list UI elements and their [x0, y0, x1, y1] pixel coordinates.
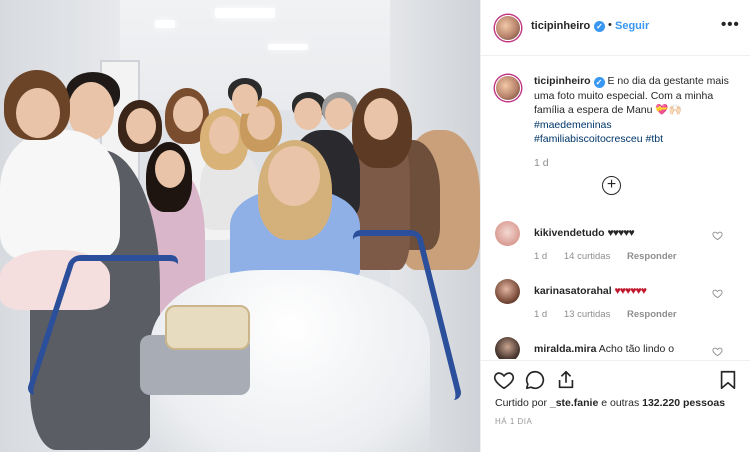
hashtag-link[interactable]: #tbt — [645, 133, 663, 145]
commenter-avatar[interactable] — [495, 221, 520, 246]
heart-icon[interactable] — [712, 288, 723, 299]
comment-icon[interactable] — [524, 369, 546, 391]
person-head — [294, 98, 322, 130]
heart-icon[interactable] — [712, 346, 723, 357]
comment-body: ♥♥♥♥♥ — [607, 227, 635, 239]
comment-item: miralda.mira Acho tão lindo o — [481, 337, 750, 359]
comment-item: kikivendetudo ♥♥♥♥♥ 1 d 14 curtidas Resp… — [481, 221, 750, 277]
person-head — [16, 88, 60, 138]
heart-icon[interactable] — [712, 230, 723, 241]
comment-timestamp[interactable]: 1 d — [534, 251, 547, 262]
caption-text-block: ticipinheiro ✓ E no dia da gestante mais… — [534, 74, 739, 147]
comment-like-count[interactable]: 13 curtidas — [564, 309, 610, 320]
plus-circle-icon[interactable]: + — [602, 176, 621, 195]
person-head — [173, 96, 203, 132]
reply-button[interactable]: Responder — [627, 251, 677, 262]
caption-timestamp[interactable]: 1 d — [534, 157, 549, 169]
liked-by-unit[interactable]: pessoas — [683, 397, 725, 409]
baby-basket — [165, 305, 250, 350]
hashtag-link[interactable]: #maedemeninas — [534, 119, 612, 131]
commenter-avatar[interactable] — [495, 279, 520, 304]
commenter-username[interactable]: kikivendetudo — [534, 227, 605, 239]
comment-timestamp[interactable]: 1 d — [534, 309, 547, 320]
commenter-username[interactable]: miralda.mira — [534, 343, 596, 355]
caption-avatar[interactable] — [495, 75, 521, 101]
person-head — [232, 84, 258, 114]
bookmark-icon[interactable] — [717, 369, 739, 391]
caption-username[interactable]: ticipinheiro — [534, 75, 591, 87]
commenter-username[interactable]: karinasatorahal — [534, 285, 612, 297]
photo-ceiling-light — [155, 20, 175, 28]
hashtag-link[interactable]: #familiabiscoitocresceu — [534, 133, 643, 145]
liked-by-count[interactable]: 132.220 — [642, 397, 680, 409]
author-avatar[interactable] — [495, 15, 521, 41]
verified-badge-icon: ✓ — [593, 77, 605, 88]
heart-icon[interactable] — [493, 369, 515, 391]
person-head — [126, 108, 156, 144]
comment-meta: 1 d 14 curtidas Responder — [534, 251, 691, 262]
verified-badge-icon: ✓ — [594, 21, 605, 32]
liked-by-suffix: e outras — [601, 397, 640, 409]
post-time-ago[interactable]: HÁ 1 DIA — [495, 417, 532, 426]
photo-ceiling-light — [215, 8, 275, 18]
comments-section[interactable]: ticipinheiro ✓ E no dia da gestante mais… — [481, 57, 750, 359]
post-photo[interactable] — [0, 0, 480, 452]
post-actions: Curtido por _ste.fanie e outras 132.220 … — [481, 360, 750, 452]
person-figure — [0, 130, 120, 260]
comment-body: Acho tão lindo o — [598, 343, 675, 355]
comment-meta: 1 d 13 curtidas Responder — [534, 309, 691, 320]
author-username[interactable]: ticipinheiro — [531, 20, 590, 32]
post-sidebar: ticipinheiro ✓ • Seguir ••• ticipinheiro… — [480, 0, 750, 452]
post-header: ticipinheiro ✓ • Seguir ••• — [481, 0, 750, 56]
comment-body: ♥♥♥♥♥♥ — [614, 285, 647, 297]
liked-by-user[interactable]: _ste.fanie — [550, 397, 598, 409]
reply-button[interactable]: Responder — [627, 309, 677, 320]
comment-like-count[interactable]: 14 curtidas — [564, 251, 610, 262]
person-head — [209, 116, 239, 154]
person-head — [325, 98, 353, 130]
liked-by-text: Curtido por _ste.fanie e outras 132.220 … — [495, 397, 725, 409]
follow-button[interactable]: Seguir — [615, 20, 649, 32]
person-head — [268, 146, 320, 206]
liked-by-prefix: Curtido por — [495, 397, 547, 409]
share-icon[interactable] — [555, 369, 577, 391]
instagram-post-modal: ticipinheiro ✓ • Seguir ••• ticipinheiro… — [0, 0, 750, 452]
comment-text: kikivendetudo ♥♥♥♥♥ — [534, 227, 714, 239]
comment-text: karinasatorahal ♥♥♥♥♥♥ — [534, 285, 714, 297]
comment-text: miralda.mira Acho tão lindo o — [534, 343, 714, 355]
person-head — [155, 150, 185, 188]
comment-item: karinasatorahal ♥♥♥♥♥♥ 1 d 13 curtidas R… — [481, 279, 750, 335]
header-separator: • — [608, 19, 612, 31]
person-head — [364, 98, 398, 140]
photo-ceiling-light — [268, 44, 308, 50]
commenter-avatar[interactable] — [495, 337, 520, 359]
more-options-icon[interactable]: ••• — [721, 16, 740, 33]
